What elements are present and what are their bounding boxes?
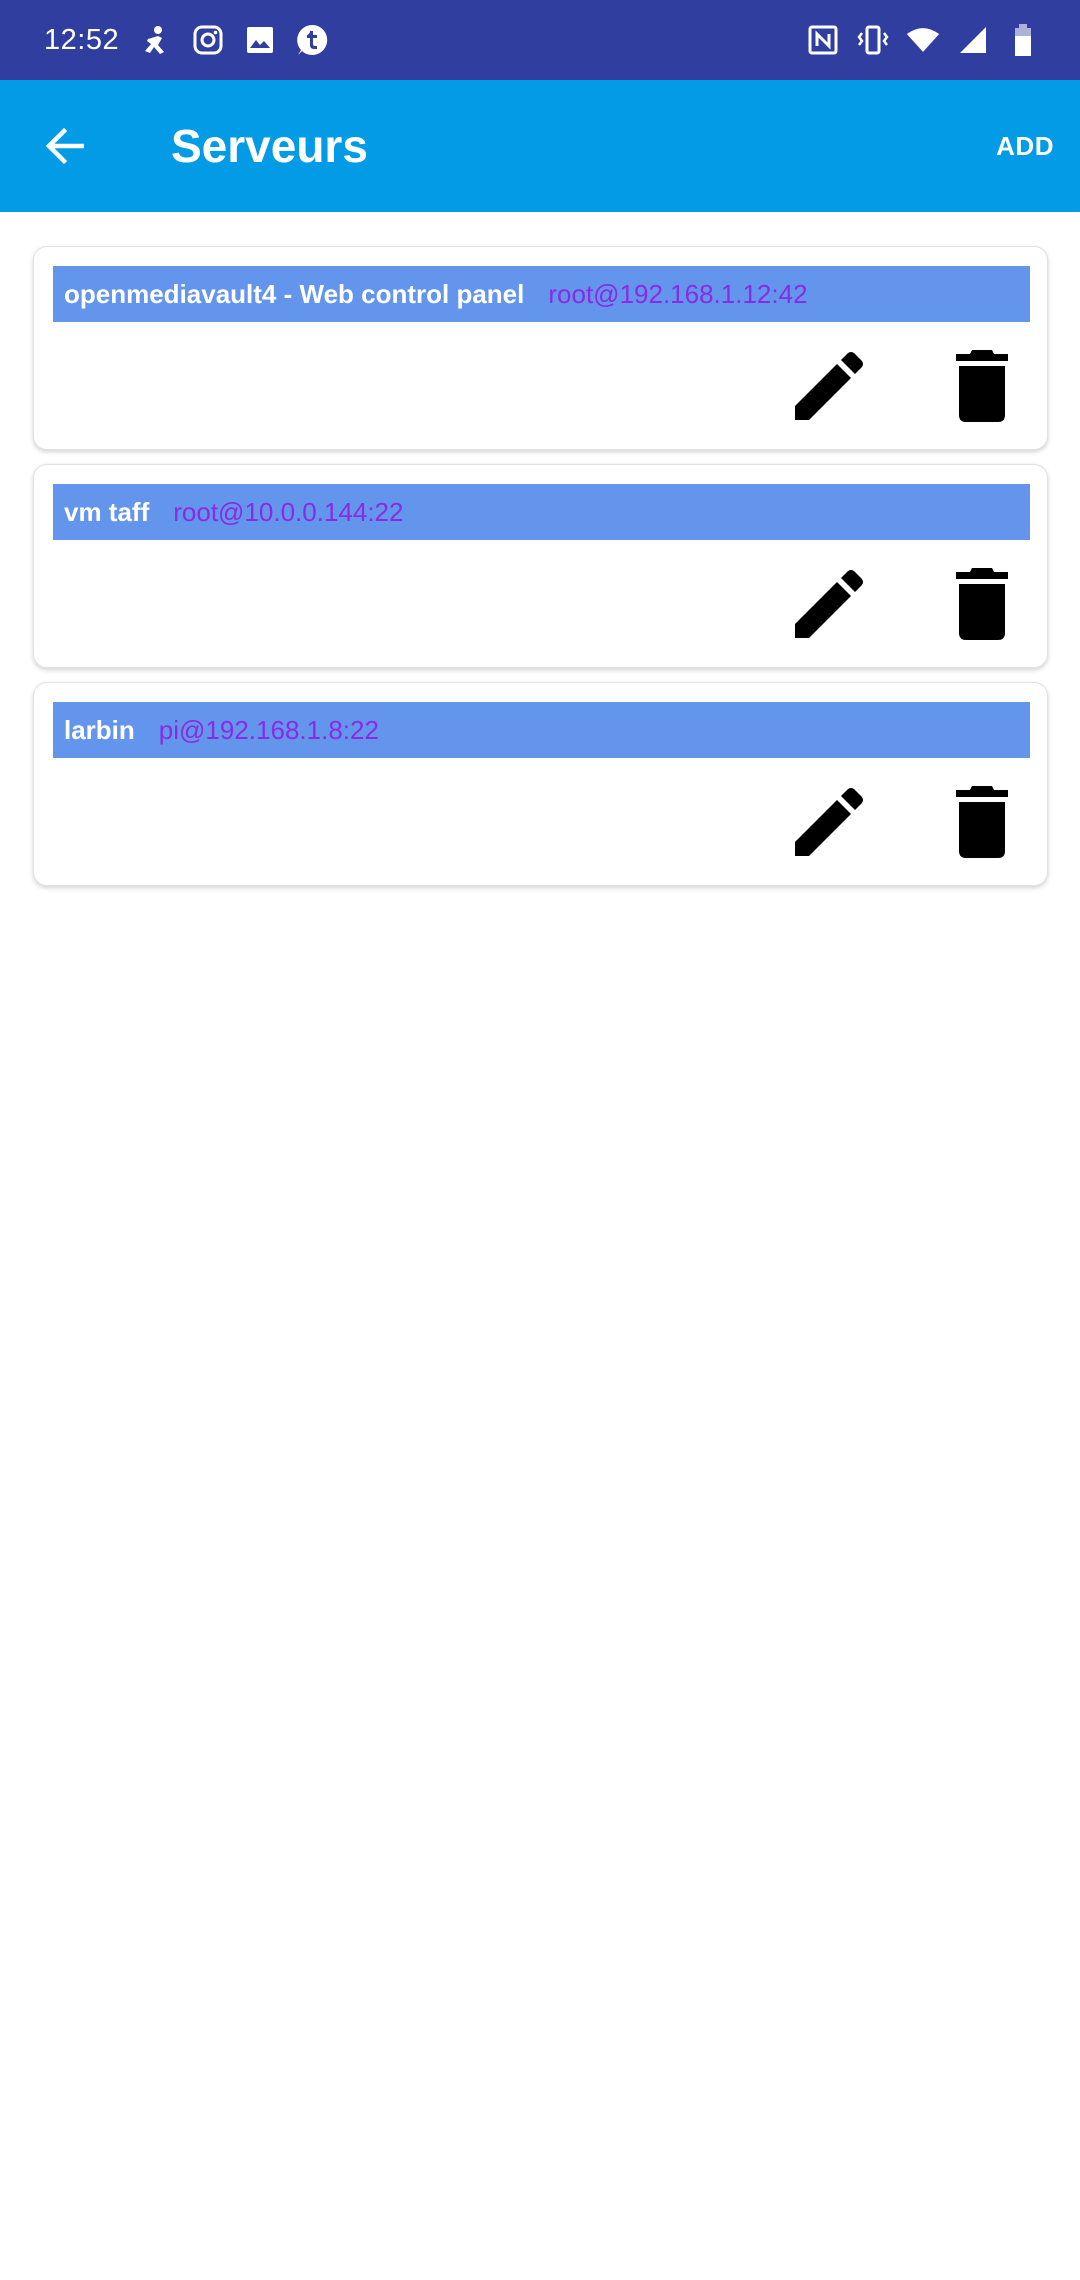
status-time: 12:52 <box>44 23 120 56</box>
server-header[interactable]: vm taff root@10.0.0.144:22 <box>53 484 1030 540</box>
trash-icon <box>956 568 1008 640</box>
server-card: openmediavault4 - Web control panel root… <box>33 246 1048 450</box>
trash-icon <box>956 350 1008 422</box>
server-address: root@10.0.0.144:22 <box>173 496 404 527</box>
server-list: openmediavault4 - Web control panel root… <box>33 246 1048 900</box>
app-bar: Serveurs ADD <box>0 80 1080 212</box>
system-icons <box>806 23 1040 57</box>
server-address: root@192.168.1.12:42 <box>548 278 808 309</box>
vibrate-icon <box>856 23 890 57</box>
delete-server-button[interactable] <box>938 778 1026 866</box>
tumblr-icon <box>295 23 329 57</box>
pencil-icon <box>795 570 863 638</box>
nfc-icon <box>806 23 840 57</box>
page-title: Serveurs <box>171 120 368 172</box>
server-name: vm taff <box>64 496 150 527</box>
signal-icon <box>956 23 990 57</box>
server-name: larbin <box>64 714 135 745</box>
edit-server-button[interactable] <box>785 342 873 430</box>
trash-icon <box>956 786 1008 858</box>
add-server-button[interactable]: ADD <box>996 126 1054 166</box>
accessibility-icon <box>139 23 173 57</box>
server-header[interactable]: larbin pi@192.168.1.8:22 <box>53 702 1030 758</box>
wifi-icon <box>906 23 940 57</box>
server-card: vm taff root@10.0.0.144:22 <box>33 464 1048 668</box>
server-name: openmediavault4 - Web control panel <box>64 278 525 309</box>
pencil-icon <box>795 788 863 856</box>
image-icon <box>243 23 277 57</box>
pencil-icon <box>795 352 863 420</box>
server-header[interactable]: openmediavault4 - Web control panel root… <box>53 266 1030 322</box>
edit-server-button[interactable] <box>785 778 873 866</box>
server-card: larbin pi@192.168.1.8:22 <box>33 682 1048 886</box>
status-bar: 12:52 <box>0 0 1080 80</box>
arrow-back-icon <box>45 127 84 165</box>
instagram-icon <box>191 23 225 57</box>
delete-server-button[interactable] <box>938 342 1026 430</box>
notification-icons <box>139 23 329 57</box>
edit-server-button[interactable] <box>785 560 873 648</box>
server-address: pi@192.168.1.8:22 <box>158 714 379 745</box>
back-button[interactable] <box>36 118 92 174</box>
delete-server-button[interactable] <box>938 560 1026 648</box>
battery-icon <box>1006 23 1040 57</box>
